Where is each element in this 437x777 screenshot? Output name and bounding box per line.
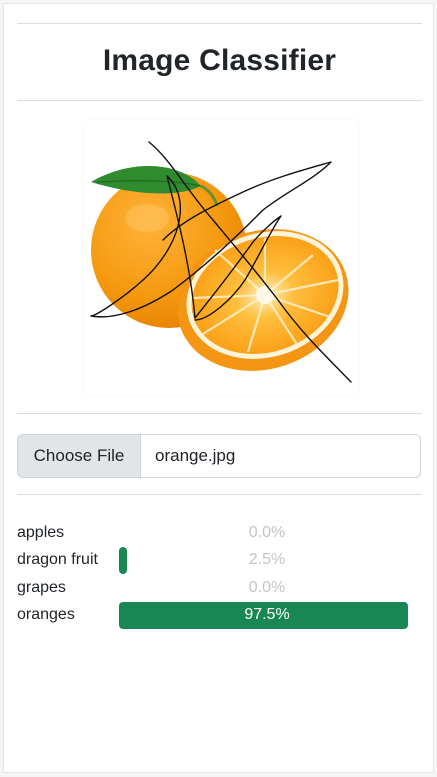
result-row: apples 0.0% xyxy=(17,519,417,547)
result-label: oranges xyxy=(17,606,75,624)
probability-value: 2.5% xyxy=(248,551,286,569)
result-row: dragon fruit 2.5% xyxy=(17,546,417,575)
probability-bar: 0.0% xyxy=(119,574,415,601)
probability-bar: 0.0% xyxy=(119,519,415,546)
probability-value: 0.0% xyxy=(248,523,286,541)
orange-illustration xyxy=(90,141,352,383)
file-input[interactable]: Choose File orange.jpg xyxy=(17,434,421,478)
probability-value: 97.5% xyxy=(244,606,290,624)
image-divider xyxy=(17,413,422,414)
page-title: Image Classifier xyxy=(102,44,337,77)
result-row: oranges 97.5% xyxy=(17,601,417,630)
title-divider xyxy=(17,100,422,101)
file-name: orange.jpg xyxy=(155,446,236,465)
result-label: grapes xyxy=(17,578,66,596)
probability-value: 0.0% xyxy=(248,578,286,596)
leaf xyxy=(91,165,201,194)
probability-bar: 97.5% xyxy=(119,601,415,629)
choose-file-button[interactable]: Choose File xyxy=(18,435,141,477)
preview-image xyxy=(83,120,359,396)
probability-bar: 2.5% xyxy=(119,546,415,574)
top-divider xyxy=(17,23,422,24)
result-label: dragon fruit xyxy=(17,551,98,569)
results-list: apples 0.0% dragon fruit 2.5% grapes 0.0% oran… xyxy=(17,519,417,629)
result-row: grapes 0.0% xyxy=(17,574,417,602)
classifier-card: Image Classifier Choose File orange.jpg … xyxy=(3,3,434,773)
input-divider xyxy=(17,494,422,495)
result-label: apples xyxy=(17,523,65,541)
